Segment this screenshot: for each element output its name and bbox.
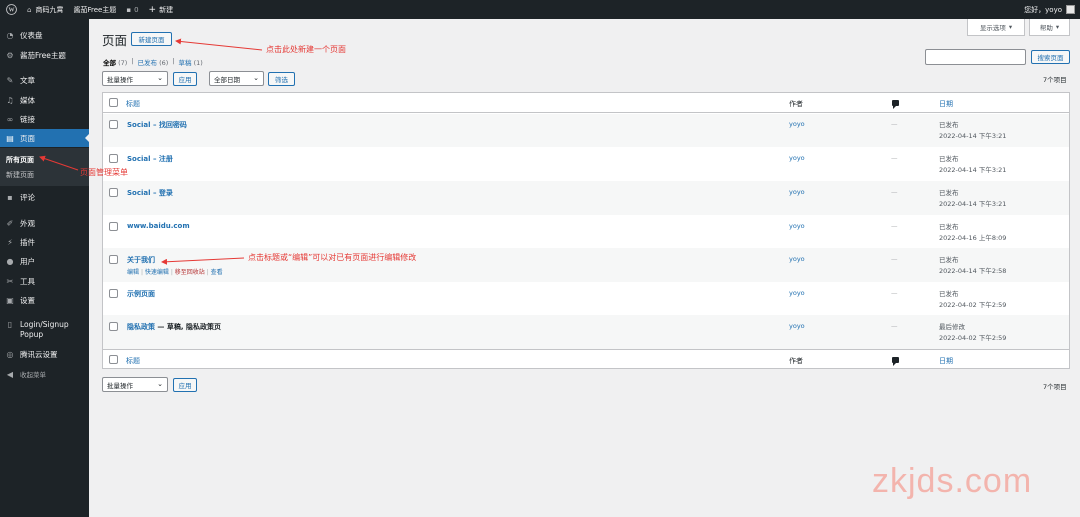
annotation-menu: 页面管理菜单 [80, 168, 128, 177]
annotation-edit: 点击标题或“编辑”可以对已有页面进行编辑修改 [248, 253, 417, 262]
watermark: zkjds.com [872, 462, 1033, 500]
annotation-add-new: 点击此处新建一个页面 [266, 45, 346, 54]
annotation-arrows [39, 38, 263, 265]
